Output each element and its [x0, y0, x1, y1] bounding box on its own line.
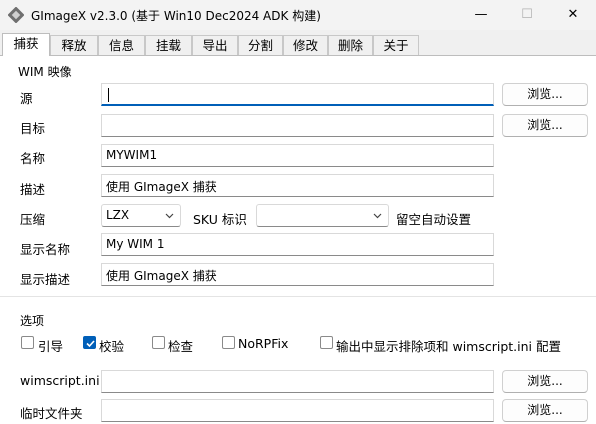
group-separator — [0, 296, 596, 297]
temp-folder-label: 临时文件夹 — [20, 406, 83, 421]
boot-checkbox[interactable] — [21, 336, 34, 349]
compression-label: 压缩 — [20, 212, 46, 227]
maximize-button[interactable]: ☐ — [504, 0, 550, 30]
source-label: 源 — [20, 91, 33, 106]
tab-modify[interactable]: 修改 — [283, 35, 328, 55]
tab-mount[interactable]: 挂载 — [145, 35, 192, 55]
options-group-title: 选项 — [20, 314, 45, 328]
capture-panel: WIM 映像 源 浏览... 目标 浏览... 名称 MYWIM1 描述 使用 … — [0, 56, 596, 424]
target-input[interactable] — [101, 114, 494, 137]
show-exclusions-checkbox-label: 输出中显示排除项和 wimscript.ini 配置 — [336, 339, 561, 354]
tab-capture[interactable]: 捕获 — [2, 33, 50, 56]
wimscript-input[interactable] — [101, 370, 494, 393]
window-title: GImageX v2.3.0 (基于 Win10 Dec2024 ADK 构建) — [31, 9, 321, 23]
tab-export[interactable]: 导出 — [192, 35, 238, 55]
wimscript-label: wimscript.ini — [20, 373, 100, 388]
minimize-button[interactable]: — — [458, 0, 504, 30]
title-bar: GImageX v2.3.0 (基于 Win10 Dec2024 ADK 构建)… — [0, 0, 596, 30]
source-input[interactable] — [101, 83, 494, 106]
temp-folder-browse-button[interactable]: 浏览... — [502, 399, 588, 422]
boot-checkbox-label: 引导 — [38, 339, 64, 354]
target-browse-button[interactable]: 浏览... — [502, 114, 588, 137]
target-label: 目标 — [20, 121, 46, 136]
show-exclusions-checkbox[interactable] — [320, 336, 333, 349]
compression-value: LZX — [106, 208, 130, 222]
display-description-label: 显示描述 — [20, 272, 71, 287]
tab-split[interactable]: 分割 — [238, 35, 283, 55]
norpfix-checkbox[interactable] — [222, 336, 235, 349]
tab-strip: 捕获 释放 信息 挂载 导出 分割 修改 删除 关于 — [0, 33, 596, 56]
chevron-down-icon — [373, 213, 382, 219]
chevron-down-icon — [165, 213, 174, 219]
display-name-label: 显示名称 — [20, 242, 71, 257]
verify-checkbox[interactable] — [83, 336, 96, 349]
checkmark-icon — [86, 340, 95, 348]
name-label: 名称 — [20, 151, 46, 166]
norpfix-checkbox-label: NoRPFix — [238, 336, 289, 351]
tab-info[interactable]: 信息 — [98, 35, 145, 55]
sku-hint: 留空自动设置 — [396, 212, 472, 227]
text-caret — [108, 87, 109, 102]
check-checkbox-label: 检查 — [168, 339, 194, 354]
verify-checkbox-label: 校验 — [99, 339, 125, 354]
temp-folder-input[interactable] — [101, 399, 494, 422]
tab-apply[interactable]: 释放 — [50, 35, 98, 55]
description-input[interactable]: 使用 GImageX 捕获 — [101, 174, 494, 197]
display-description-input[interactable]: 使用 GImageX 捕获 — [101, 263, 494, 286]
tab-delete[interactable]: 删除 — [328, 35, 373, 55]
check-checkbox[interactable] — [152, 336, 165, 349]
close-button[interactable]: ✕ — [550, 0, 596, 30]
tab-about[interactable]: 关于 — [373, 35, 419, 55]
source-browse-button[interactable]: 浏览... — [502, 83, 588, 106]
wimscript-browse-button[interactable]: 浏览... — [502, 370, 588, 393]
sku-label: SKU 标识 — [193, 212, 247, 227]
description-label: 描述 — [20, 182, 46, 197]
sku-select[interactable] — [256, 204, 389, 227]
name-input[interactable]: MYWIM1 — [101, 144, 494, 167]
app-icon — [8, 7, 24, 23]
display-name-input[interactable]: My WIM 1 — [101, 233, 494, 256]
wim-group-title: WIM 映像 — [18, 65, 72, 79]
compression-select[interactable]: LZX — [101, 204, 181, 227]
